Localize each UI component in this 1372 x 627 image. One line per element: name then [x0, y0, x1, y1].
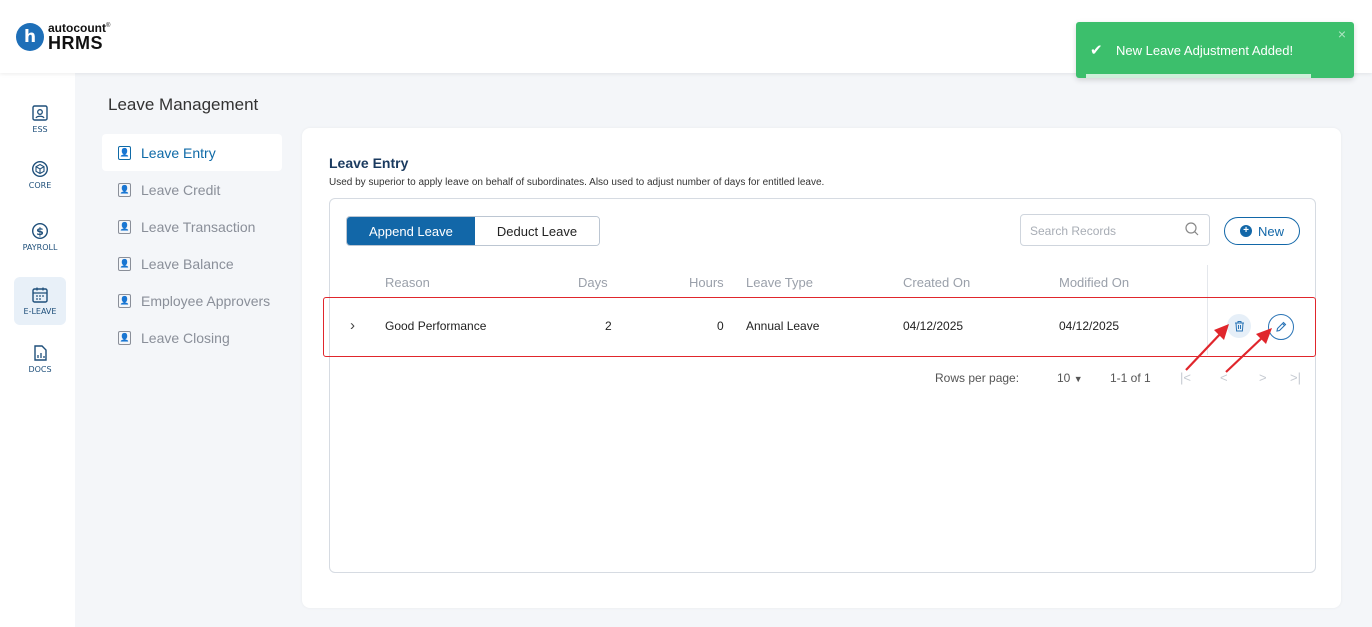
submenu-leave-balance[interactable]: 👤 Leave Balance — [102, 245, 282, 282]
close-icon[interactable]: × — [1338, 26, 1346, 42]
cell-days: 2 — [605, 319, 612, 333]
submenu-label: Employee Approvers — [141, 292, 271, 309]
clipboard-user-icon: 👤 — [118, 330, 131, 345]
submenu-label: Leave Closing — [141, 329, 230, 346]
app-logo[interactable]: h autocount® HRMS — [16, 22, 110, 52]
logo-mark: h — [16, 23, 44, 51]
leave-submenu: 👤 Leave Entry 👤 Leave Credit 👤 Leave Tra… — [102, 134, 282, 356]
toast-message: New Leave Adjustment Added! — [1116, 43, 1294, 58]
document-chart-icon — [34, 345, 47, 361]
search-records-input[interactable]: Search Records — [1020, 214, 1210, 246]
cell-created-on: 04/12/2025 — [903, 319, 964, 333]
clipboard-user-icon: 👤 — [118, 293, 131, 308]
submenu-leave-closing[interactable]: 👤 Leave Closing — [102, 319, 282, 356]
submenu-employee-approvers[interactable]: 👤 Employee Approvers — [102, 282, 282, 319]
svg-text:$: $ — [36, 225, 44, 238]
nav-label-payroll: PAYROLL — [22, 243, 58, 252]
registered-mark: ® — [106, 23, 111, 29]
expand-row-chevron-icon[interactable]: › — [350, 317, 355, 334]
cell-reason: Good Performance — [385, 319, 487, 333]
cell-leave-type: Annual Leave — [746, 319, 820, 333]
calendar-icon — [32, 287, 48, 303]
submenu-label: Leave Entry — [141, 144, 216, 161]
last-page-icon[interactable]: >| — [1290, 370, 1301, 385]
nav-e-leave[interactable]: E-LEAVE — [14, 277, 66, 325]
search-placeholder: Search Records — [1030, 224, 1117, 238]
cell-hours: 0 — [717, 319, 724, 333]
page-title: Leave Management — [108, 95, 259, 114]
card-title: Leave Entry — [329, 155, 409, 171]
clipboard-user-icon: 👤 — [118, 256, 131, 271]
clipboard-user-icon: 👤 — [118, 145, 131, 160]
nav-payroll[interactable]: $ PAYROLL — [14, 213, 66, 261]
check-icon: ✔ — [1090, 42, 1103, 59]
submenu-label: Leave Balance — [141, 255, 234, 272]
toast-progress-bar — [1086, 74, 1311, 78]
new-button[interactable]: + New — [1224, 217, 1300, 245]
nav-label-core: CORE — [28, 181, 52, 190]
nav-core[interactable]: CORE — [14, 151, 66, 199]
submenu-label: Leave Credit — [141, 181, 221, 198]
nav-label-e-leave: E-LEAVE — [23, 307, 57, 316]
clipboard-user-icon: 👤 — [118, 182, 131, 197]
cell-modified-on: 04/12/2025 — [1059, 319, 1120, 333]
rows-per-page-select[interactable]: 10 ▼ — [1057, 371, 1083, 385]
search-icon[interactable] — [1184, 221, 1200, 237]
submenu-label: Leave Transaction — [141, 218, 256, 235]
annotation-arrows — [1185, 324, 1272, 373]
arrow-to-delete-icon — [1185, 324, 1229, 371]
clipboard-user-icon: 👤 — [118, 219, 131, 234]
nav-ess[interactable]: ESS — [14, 95, 66, 143]
deduct-leave-tab[interactable]: Deduct Leave — [474, 217, 600, 245]
column-header-leave-type[interactable]: Leave Type — [746, 275, 813, 290]
id-card-icon — [32, 105, 48, 121]
rows-per-page-value: 10 — [1057, 371, 1071, 385]
leave-mode-toggle: Append Leave Deduct Leave — [346, 216, 601, 246]
nav-label-docs: DOCS — [28, 365, 52, 374]
dollar-icon: $ — [31, 222, 49, 240]
column-header-modified-on[interactable]: Modified On — [1059, 275, 1129, 290]
logo-name: HRMS — [48, 33, 103, 53]
append-leave-tab[interactable]: Append Leave — [347, 217, 475, 245]
nav-label-ess: ESS — [32, 125, 48, 134]
rows-per-page-label: Rows per page: — [935, 371, 1020, 385]
submenu-leave-entry[interactable]: 👤 Leave Entry — [102, 134, 282, 171]
success-toast: ✔ New Leave Adjustment Added! × — [1076, 22, 1354, 78]
page-range: 1-1 of 1 — [1110, 371, 1151, 385]
nav-docs[interactable]: DOCS — [14, 335, 66, 383]
card-subtitle: Used by superior to apply leave on behal… — [329, 177, 825, 188]
main-sidebar: ESS CORE $ PAYROLL E-LEAVE DOCS — [0, 73, 75, 627]
column-header-created-on[interactable]: Created On — [903, 275, 970, 290]
column-header-reason[interactable]: Reason — [385, 275, 430, 290]
new-button-label: New — [1257, 223, 1284, 239]
caret-down-icon: ▼ — [1073, 374, 1083, 384]
submenu-leave-transaction[interactable]: 👤 Leave Transaction — [102, 208, 282, 245]
plus-circle-icon: + — [1239, 225, 1252, 237]
submenu-leave-credit[interactable]: 👤 Leave Credit — [102, 171, 282, 208]
cube-icon — [31, 160, 49, 178]
column-header-hours[interactable]: Hours — [689, 275, 724, 290]
arrow-to-edit-icon — [1225, 328, 1272, 373]
column-header-days[interactable]: Days — [578, 275, 608, 290]
leave-entry-table-panel: Append Leave Deduct Leave Search Records… — [323, 198, 1316, 573]
